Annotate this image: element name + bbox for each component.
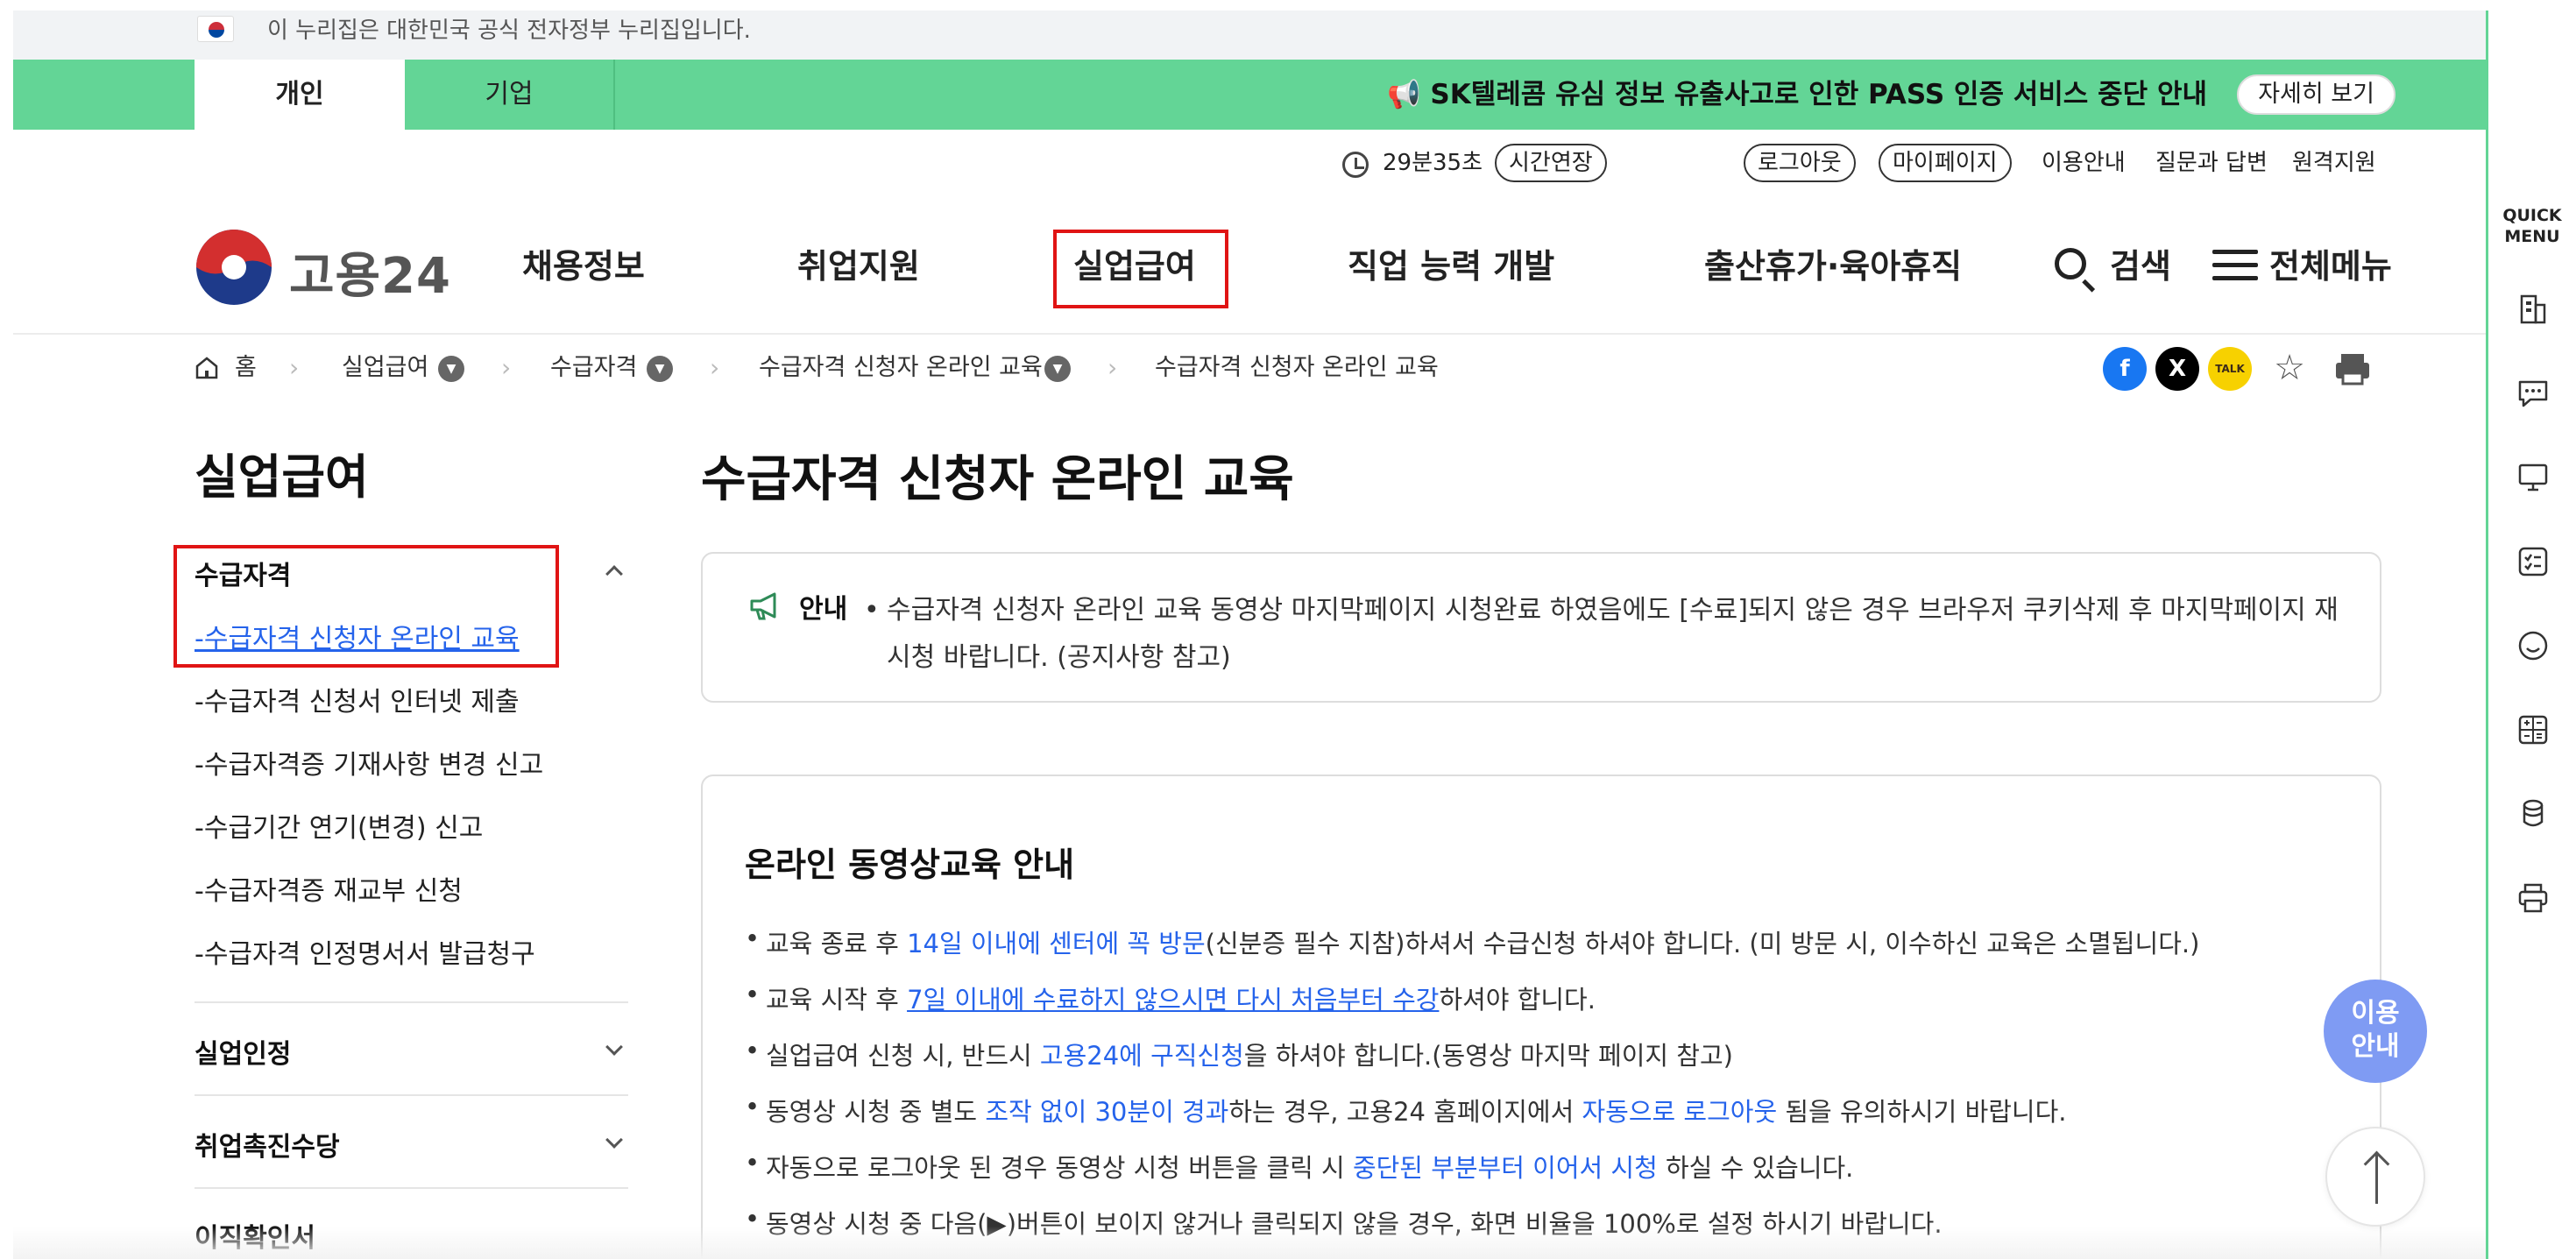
- tab-business[interactable]: 기업: [405, 60, 613, 130]
- sidebar-item-period-extension[interactable]: -수급기간 연기(변경) 신고: [195, 806, 483, 845]
- page-title: 수급자격 신청자 온라인 교육: [701, 451, 1294, 508]
- session-timer: 29분35초: [1383, 150, 1483, 176]
- extend-time-button[interactable]: 시간연장: [1495, 144, 1607, 182]
- breadcrumb-dropdown-icon[interactable]: ▼: [647, 356, 673, 382]
- home-icon[interactable]: [195, 356, 219, 380]
- top-bar: 개인 기업 📢 SK텔레콤 유심 정보 유출사고로 인한 PASS 인증 서비스…: [13, 60, 2486, 130]
- chevron-down-icon[interactable]: [605, 1131, 623, 1149]
- gnb-parental-leave[interactable]: 출산휴가·육아휴직: [1704, 240, 1962, 293]
- kakao-share-icon[interactable]: TALK: [2208, 347, 2252, 391]
- header-divider: [13, 333, 2486, 335]
- sidebar-title: 실업급여: [195, 449, 369, 505]
- remote-support-link[interactable]: 원격지원: [2292, 144, 2376, 182]
- qna-link[interactable]: 질문과 답변: [2155, 144, 2268, 182]
- tab-divider: [613, 60, 615, 130]
- usage-guide-button[interactable]: 이용 안내: [2324, 980, 2427, 1083]
- sidebar-divider: [195, 1001, 628, 1003]
- education-title: 온라인 동영상교육 안내: [745, 845, 1075, 884]
- breadcrumb-item-3[interactable]: 수급자격 신청자 온라인 교육: [759, 352, 1043, 384]
- breadcrumb-item-1[interactable]: 실업급여: [342, 352, 428, 384]
- breadcrumb-current: 수급자격 신청자 온라인 교육: [1155, 354, 1439, 381]
- breadcrumb-separator: ›: [501, 353, 512, 382]
- breadcrumb-separator: ›: [1108, 353, 1118, 382]
- breadcrumb-dropdown-icon[interactable]: ▼: [1044, 356, 1071, 382]
- sidebar-item-reissue[interactable]: -수급자격증 재교부 신청: [195, 869, 463, 908]
- korea-flag-icon: [197, 16, 234, 42]
- education-item: 동영상 시청 중 별도 조작 없이 30분이 경과하는 경우, 고용24 홈페이…: [745, 1092, 2067, 1128]
- all-menu-button[interactable]: 전체메뉴: [2269, 240, 2392, 293]
- chat-icon[interactable]: [2516, 377, 2550, 410]
- breadcrumb-separator: ›: [289, 353, 300, 382]
- education-item: 실업급여 신청 시, 반드시 고용24에 구직신청을 하셔야 합니다.(동영상 …: [745, 1036, 1733, 1072]
- print-icon[interactable]: [2331, 347, 2374, 391]
- breadcrumb-dropdown-icon[interactable]: ▼: [438, 356, 464, 382]
- chevron-up-icon[interactable]: [605, 565, 623, 583]
- search-button[interactable]: 검색: [2110, 240, 2171, 293]
- education-item: 자동으로 로그아웃 된 경우 동영상 시청 버튼을 클릭 시 중단된 부분부터 …: [745, 1148, 1853, 1185]
- notice-label: 안내: [799, 594, 848, 625]
- sidebar-divider: [195, 1187, 628, 1189]
- arrow-up-icon: [2375, 1155, 2378, 1204]
- sidebar-item-certificate-request[interactable]: -수급자격 인정명서서 발급청구: [195, 932, 535, 971]
- sidebar-item-internet-submission[interactable]: -수급자격 신청서 인터넷 제출: [195, 680, 520, 718]
- megaphone-icon: [750, 592, 776, 620]
- gov-banner-text: 이 누리집은 대한민국 공식 전자정부 누리집입니다.: [267, 18, 751, 44]
- gnb-vocational-training[interactable]: 직업 능력 개발: [1348, 240, 1554, 293]
- smile-icon[interactable]: [2516, 629, 2550, 662]
- notice-banner-text[interactable]: 📢 SK텔레콤 유심 정보 유출사고로 인한 PASS 인증 서비스 중단 안내: [1387, 60, 2207, 130]
- chevron-down-icon[interactable]: [605, 1038, 623, 1056]
- breadcrumb-home[interactable]: 홈: [235, 352, 257, 384]
- gnb-employment-support[interactable]: 취업지원: [797, 240, 920, 293]
- facebook-share-icon[interactable]: f: [2103, 347, 2147, 391]
- logo-text[interactable]: 고용24: [289, 237, 451, 308]
- notice-body: 수급자격 신청자 온라인 교육 동영상 마지막페이지 시청완료 하였음에도 [수…: [864, 587, 2359, 682]
- quick-menu: QUICK MENU: [2486, 11, 2576, 1259]
- hamburger-menu-icon[interactable]: [2212, 250, 2258, 281]
- bottom-edge: [13, 1227, 2486, 1259]
- building-icon[interactable]: [2516, 293, 2550, 326]
- breadcrumb-separator: ›: [710, 353, 720, 382]
- clock-icon: [1342, 152, 1369, 178]
- mypage-button[interactable]: 마이페이지: [1879, 144, 2012, 182]
- guide-link[interactable]: 이용안내: [2042, 144, 2126, 182]
- page-root: 이 누리집은 대한민국 공식 전자정부 누리집입니다. 개인 기업 📢 SK텔레…: [0, 0, 2576, 1259]
- calculator-icon[interactable]: [2516, 713, 2550, 746]
- sidebar-section-promotion[interactable]: 취업촉진수당: [195, 1125, 340, 1164]
- sidebar-item-change-report[interactable]: -수급자격증 기재사항 변경 신고: [195, 743, 543, 782]
- star-bookmark-icon[interactable]: ☆: [2268, 347, 2311, 391]
- logout-button[interactable]: 로그아웃: [1744, 144, 1856, 182]
- education-item: 교육 종료 후 14일 이내에 센터에 꼭 방문(신분증 필수 지참)하셔서 수…: [745, 923, 2199, 960]
- checklist-icon[interactable]: [2516, 545, 2550, 578]
- sidebar-section-recognition[interactable]: 실업인정: [195, 1032, 291, 1071]
- gnb-recruit[interactable]: 채용정보: [522, 240, 645, 293]
- education-info-box: 온라인 동영상교육 안내 교육 종료 후 14일 이내에 센터에 꼭 방문(신분…: [701, 774, 2381, 1259]
- gov-banner: 이 누리집은 대한민국 공식 전자정부 누리집입니다.: [13, 11, 2486, 60]
- gnb-highlight-box: [1053, 230, 1228, 308]
- sidebar-divider: [195, 1094, 628, 1096]
- notice-box: 안내 수급자격 신청자 온라인 교육 동영상 마지막페이지 시청완료 하였음에도…: [701, 552, 2381, 703]
- education-item: 교육 시작 후 7일 이내에 수료하지 않으시면 다시 처음부터 수강하셔야 합…: [745, 980, 1596, 1016]
- sidebar-item-online-education[interactable]: -수급자격 신청자 온라인 교육: [195, 617, 520, 655]
- coin-stack-icon[interactable]: [2516, 797, 2550, 831]
- monitor-icon[interactable]: [2516, 461, 2550, 494]
- search-icon[interactable]: [2055, 248, 2086, 279]
- quick-menu-title: QUICK MENU: [2502, 206, 2562, 246]
- goyong24-logo-icon[interactable]: [195, 228, 273, 307]
- printer-icon[interactable]: [2516, 881, 2550, 915]
- tab-personal[interactable]: 개인: [195, 60, 405, 130]
- breadcrumb-item-2[interactable]: 수급자격: [550, 352, 637, 384]
- scroll-top-button[interactable]: [2325, 1127, 2425, 1227]
- x-share-icon[interactable]: X: [2155, 347, 2199, 391]
- notice-detail-button[interactable]: 자세히 보기: [2237, 74, 2396, 115]
